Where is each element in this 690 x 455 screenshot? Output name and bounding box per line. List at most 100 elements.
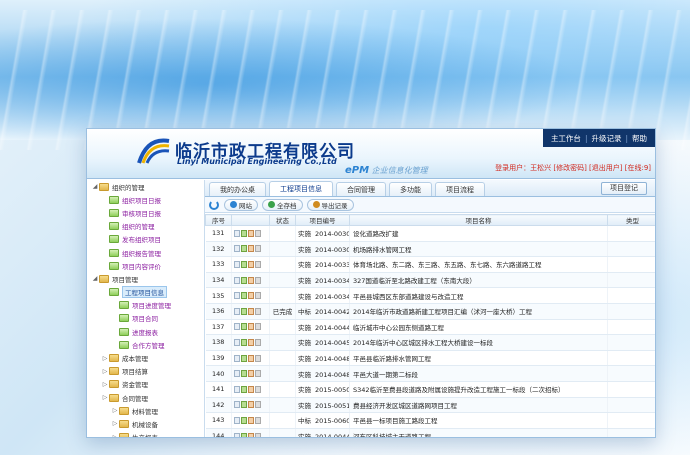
sidebar-item[interactable]: 审核项目日报 xyxy=(87,206,204,219)
delete-icon[interactable] xyxy=(255,276,261,284)
toolbar-button-archive-all[interactable]: 全存档 xyxy=(262,198,303,211)
tab-4[interactable]: 多功能 xyxy=(389,182,432,196)
sidebar-item[interactable]: ▷ 项目结算 xyxy=(87,365,204,378)
edit-icon[interactable] xyxy=(241,354,247,362)
topnav-help-link[interactable]: 帮助 xyxy=(628,133,651,144)
row-name[interactable]: 体育场北路、东二路、东三路、东五路、东七路、东六路道路工程 xyxy=(349,256,608,273)
edit-icon[interactable] xyxy=(241,401,247,409)
column-header-type[interactable]: 类型 xyxy=(607,214,655,226)
tab-3[interactable]: 合同管理 xyxy=(336,182,386,196)
expand-toggle-icon[interactable]: ▷ xyxy=(101,380,109,388)
view-icon[interactable] xyxy=(234,354,240,362)
column-header-name[interactable]: 项目名称 xyxy=(349,214,608,226)
view-icon[interactable] xyxy=(234,229,240,237)
document-icon[interactable] xyxy=(248,292,254,300)
expand-toggle-icon[interactable]: ▷ xyxy=(101,367,109,375)
sidebar-item[interactable]: ▷ 成本管理 xyxy=(87,351,204,364)
delete-icon[interactable] xyxy=(255,260,261,268)
delete-icon[interactable] xyxy=(255,338,261,346)
view-icon[interactable] xyxy=(234,370,240,378)
table-row[interactable]: 134 实施 2014-00342327国道临沂至北路改建工程（东南大段） xyxy=(205,272,655,289)
row-name[interactable]: 河东区科技城主干道路工程 xyxy=(349,428,608,437)
sidebar-item[interactable]: 项目合同 xyxy=(87,312,204,325)
table-row[interactable]: 135 实施 2014-00346平邑县城西区东部道路建设与改造工程 xyxy=(205,287,655,304)
document-icon[interactable] xyxy=(248,354,254,362)
table-row[interactable]: 131 实施 2014-00307设化道路改扩建 xyxy=(205,225,655,242)
edit-icon[interactable] xyxy=(241,276,247,284)
document-icon[interactable] xyxy=(248,260,254,268)
delete-icon[interactable] xyxy=(255,385,261,393)
delete-icon[interactable] xyxy=(255,323,261,331)
edit-icon[interactable] xyxy=(241,323,247,331)
row-name[interactable]: 平邑县一标项目施工路段工程 xyxy=(349,412,608,429)
row-name[interactable]: 327国道临沂至北路改建工程（东南大段） xyxy=(349,272,608,289)
view-icon[interactable] xyxy=(234,432,240,437)
sidebar-item[interactable]: 项目内容评价 xyxy=(87,259,204,272)
table-row[interactable]: 139 实施 2014-00483平邑县临沂路排水管网工程 xyxy=(205,350,655,367)
row-code-value[interactable]: 2014-00307 xyxy=(315,230,349,238)
row-name[interactable]: 平邑县城西区东部道路建设与改造工程 xyxy=(349,287,608,304)
document-icon[interactable] xyxy=(248,385,254,393)
sidebar-item[interactable]: 工程项目信息 xyxy=(87,286,204,299)
table-row[interactable]: 133 实施 2014-00333体育场北路、东二路、东三路、东五路、东七路、东六路… xyxy=(205,256,655,273)
tab-2[interactable]: 工程项目信息 xyxy=(269,181,333,196)
document-icon[interactable] xyxy=(248,307,254,315)
delete-icon[interactable] xyxy=(255,307,261,315)
table-row[interactable]: 144 实施 2014-00440河东区科技城主干道路工程 xyxy=(205,428,655,437)
edit-icon[interactable] xyxy=(241,416,247,424)
document-icon[interactable] xyxy=(248,229,254,237)
document-icon[interactable] xyxy=(248,338,254,346)
delete-icon[interactable] xyxy=(255,401,261,409)
view-icon[interactable] xyxy=(234,276,240,284)
refresh-icon[interactable] xyxy=(209,199,219,210)
row-code-value[interactable]: 2014-00440 xyxy=(315,433,349,437)
row-code-value[interactable]: 2014-00422 xyxy=(315,308,349,316)
edit-icon[interactable] xyxy=(241,260,247,268)
view-icon[interactable] xyxy=(234,385,240,393)
row-code-value[interactable]: 2015-00600 xyxy=(315,417,349,425)
sidebar-item[interactable]: 发布组织项目 xyxy=(87,233,204,246)
view-icon[interactable] xyxy=(234,323,240,331)
table-row[interactable]: 136 已完成中标 2014-004222014年临沂市政道路新建工程项目汇编（沭河… xyxy=(205,303,655,320)
delete-icon[interactable] xyxy=(255,229,261,237)
sidebar-item[interactable]: 组织报告管理 xyxy=(87,246,204,259)
topnav-workbench-link[interactable]: 主工作台 xyxy=(547,133,585,144)
edit-icon[interactable] xyxy=(241,370,247,378)
view-icon[interactable] xyxy=(234,338,240,346)
delete-icon[interactable] xyxy=(255,370,261,378)
table-row[interactable]: 141 实施 2015-00502S342临沂至费县段道路及附属设施提升改造工程施工… xyxy=(205,381,655,398)
sidebar-item[interactable]: 组织项目日报 xyxy=(87,193,204,206)
row-name[interactable]: 2014年临沂中心区城区排水工程大桥建设一标段 xyxy=(349,334,608,351)
view-icon[interactable] xyxy=(234,416,240,424)
row-code-value[interactable]: 2014-00484 xyxy=(315,371,349,379)
delete-icon[interactable] xyxy=(255,432,261,437)
column-header-code[interactable]: 项目编号 xyxy=(295,214,350,226)
delete-icon[interactable] xyxy=(255,245,261,253)
expand-toggle-icon[interactable]: ▷ xyxy=(111,420,119,428)
row-name[interactable]: 设化道路改扩建 xyxy=(349,225,608,242)
view-icon[interactable] xyxy=(234,292,240,300)
sidebar-item[interactable]: 组织的管理 xyxy=(87,220,204,233)
edit-icon[interactable] xyxy=(241,307,247,315)
edit-icon[interactable] xyxy=(241,229,247,237)
row-code-value[interactable]: 2014-00442 xyxy=(315,324,349,332)
row-name[interactable]: 平邑县临沂路排水管网工程 xyxy=(349,350,608,367)
edit-icon[interactable] xyxy=(241,338,247,346)
sidebar-item[interactable]: 合作方管理 xyxy=(87,338,204,351)
table-row[interactable]: 140 实施 2014-00484平邑大道一期第二标段 xyxy=(205,365,655,382)
tab-1[interactable]: 我的办公桌 xyxy=(209,182,266,196)
view-icon[interactable] xyxy=(234,260,240,268)
table-row[interactable]: 143 中标 2015-00600平邑县一标项目施工路段工程 xyxy=(205,412,655,429)
row-name[interactable]: 费县经济开发区城区道路网项目工程 xyxy=(349,397,608,414)
edit-icon[interactable] xyxy=(241,292,247,300)
row-name[interactable]: 机场路排水管网工程 xyxy=(349,241,608,258)
document-icon[interactable] xyxy=(248,401,254,409)
view-icon[interactable] xyxy=(234,307,240,315)
expand-toggle-icon[interactable]: ▷ xyxy=(101,394,109,402)
collapse-toggle-icon[interactable]: ◢ xyxy=(91,275,99,283)
row-code-value[interactable]: 2014-00457 xyxy=(315,339,349,347)
collapse-toggle-icon[interactable]: ◢ xyxy=(91,183,99,191)
delete-icon[interactable] xyxy=(255,416,261,424)
sidebar-item[interactable]: 进度报表 xyxy=(87,325,204,338)
document-icon[interactable] xyxy=(248,276,254,284)
